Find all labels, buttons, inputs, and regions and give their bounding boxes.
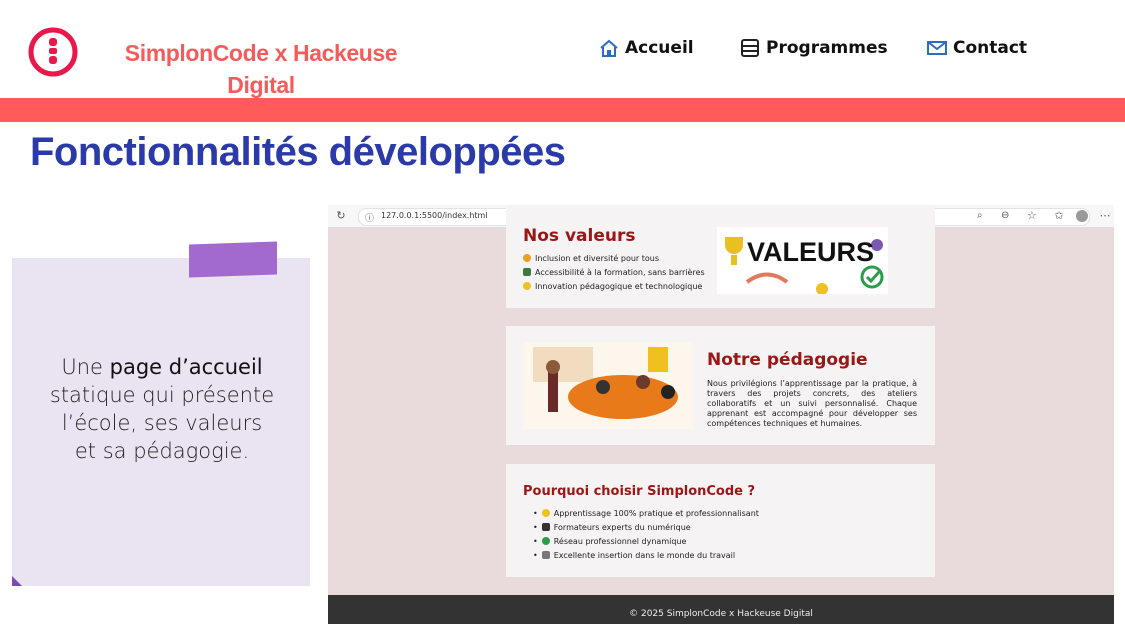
globe-icon [541,537,550,545]
list-item: • Apprentissage 100% pratique et profess… [533,508,759,518]
card-text: Une page d’accueil statique qui présente… [48,353,276,465]
nav-programmes[interactable]: Programmes [740,36,888,60]
list-item: Accessibilité à la formation, sans barri… [523,265,713,279]
list-item-text: Formateurs experts du numérique [553,522,691,532]
nav-contact-label: Contact [953,38,1028,58]
accent-band [0,98,1125,122]
list-item-text: Accessibilité à la formation, sans barri… [535,267,705,277]
values-section: Nos valeurs Inclusion et diversité pour … [506,205,935,308]
list-item: • Formateurs experts du numérique [533,522,691,532]
values-list: Inclusion et diversité pour tous Accessi… [523,251,713,293]
list-item-text: Apprentissage 100% pratique et professio… [553,508,759,518]
pedagogy-illustration [523,342,693,429]
teacher-icon [541,523,550,531]
nav-accueil[interactable]: Accueil [599,36,694,60]
list-item: • Excellente insertion dans le monde du … [533,550,736,560]
illustration-text: VALEURS [747,237,875,267]
url-text: 127.0.0.1:5500/index.html [381,211,488,220]
list-item: Innovation pédagogique et technologique [523,279,713,293]
card-text-bold: page d’accueil [109,355,263,379]
info-icon: ⓘ [365,214,375,224]
nav-programmes-label: Programmes [766,38,888,58]
favorites-icon: ✩ [1054,209,1064,222]
mail-icon [927,41,947,55]
favorite-icon: ☆ [1027,209,1037,222]
why-title: Pourquoi choisir SimplonCode ? [523,484,756,499]
lightbulb-icon [541,509,550,517]
site-footer: © 2025 SimplonCode x Hackeuse Digital [328,595,1114,624]
reload-icon: ↻ [336,209,346,222]
logo[interactable] [28,27,78,77]
website-screenshot: ↻ ⓘ 127.0.0.1:5500/index.html ⌕ ⊖ ☆ ✩ ⋯ … [328,205,1114,624]
book-icon [523,268,531,276]
pedagogy-section: Notre pédagogie Nous privilégions l’appr… [506,326,935,445]
more-options-icon: ⊖ [1001,210,1010,221]
list-item-text: Innovation pédagogique et technologique [535,281,703,291]
list-item: • Réseau professionnel dynamique [533,536,687,546]
nav-accueil-label: Accueil [625,38,694,58]
values-illustration: VALEURS [717,227,888,294]
pedagogy-title: Notre pédagogie [707,350,868,370]
list-icon [741,39,759,57]
zoom-icon: ⌕ [977,210,983,221]
pedagogy-text: Nous privilégions l’apprentissage par la… [707,379,917,428]
list-item-text: Excellente insertion dans le monde du tr… [553,550,736,560]
list-item-text: Réseau professionnel dynamique [553,536,687,546]
rocket-icon [541,551,550,559]
values-title: Nos valeurs [523,226,636,246]
card-text-post: statique qui présente l’école, ses valeu… [49,383,275,463]
slide-title: Fonctionnalités développées [30,130,566,174]
card-text-pre: Une [61,355,110,379]
list-item-text: Inclusion et diversité pour tous [535,253,660,263]
heart-icon [523,254,531,262]
lightbulb-icon [523,282,531,290]
home-icon [600,39,618,57]
nav-contact[interactable]: Contact [927,36,1027,60]
card-fold-icon [12,576,22,586]
profile-icon[interactable] [1076,210,1088,222]
tape-decoration [189,241,277,278]
brand-name: SimplonCode x Hackeuse Digital [124,40,398,98]
why-section: Pourquoi choisir SimplonCode ? • Apprent… [506,464,935,577]
list-item: Inclusion et diversité pour tous [523,251,713,265]
why-list: • Apprentissage 100% pratique et profess… [533,506,793,562]
menu-dots-icon[interactable]: ⋯ [1098,209,1112,223]
